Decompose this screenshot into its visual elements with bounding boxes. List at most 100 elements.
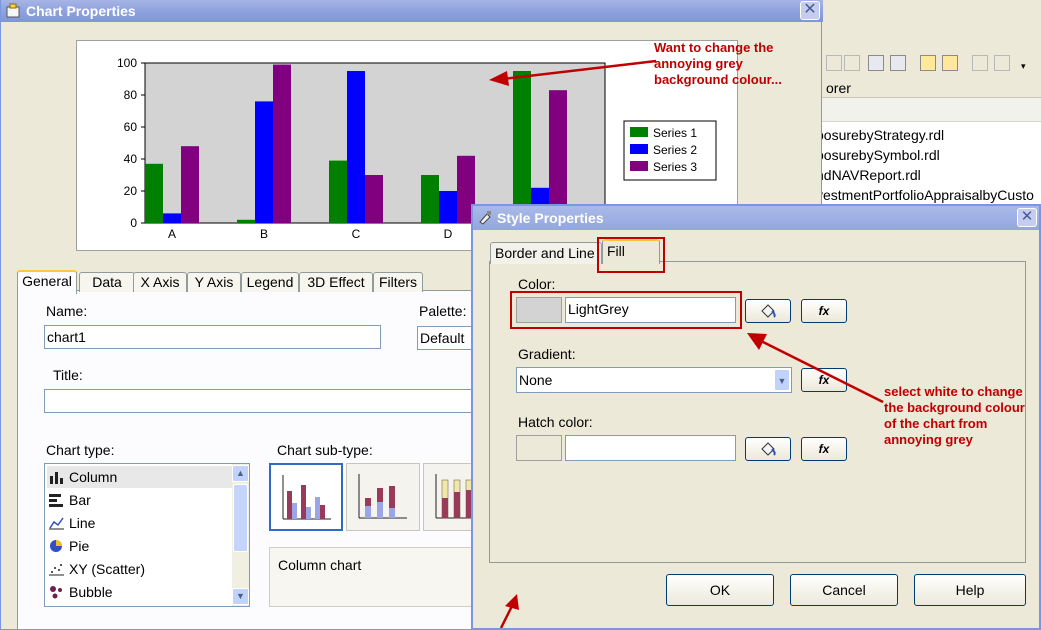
- bar-chart-icon: [49, 494, 63, 507]
- annotation-line: Want to change the: [654, 40, 774, 55]
- ok-button[interactable]: OK: [666, 574, 774, 606]
- annotation-line: annoying grey: [654, 56, 743, 71]
- chart-type-label-text: Column: [69, 469, 118, 485]
- tab-fill[interactable]: Fill: [602, 239, 660, 264]
- annotation-arrow-right: [747, 333, 884, 404]
- pie-chart-icon: [50, 540, 62, 552]
- hatch-color-input[interactable]: [565, 435, 736, 461]
- y-tick-label: 20: [124, 184, 138, 198]
- chart-type-line[interactable]: Line: [47, 512, 233, 534]
- tab-data[interactable]: Data: [79, 272, 135, 292]
- chart-bar: [273, 64, 291, 223]
- chart-bar: [145, 163, 163, 223]
- chart-bar: [347, 71, 365, 223]
- annotation-arrow-bottom: [499, 594, 519, 628]
- gradient-label: Gradient:: [518, 346, 576, 362]
- scroll-thumb[interactable]: [233, 484, 248, 552]
- hatch-expression-button[interactable]: fx: [801, 437, 847, 461]
- line-chart-icon: [49, 517, 64, 530]
- chart-bar: [181, 146, 199, 223]
- chart-type-list[interactable]: Column Bar Line Pie XY (Scatter) Bubble …: [44, 463, 250, 607]
- close-button[interactable]: ✕: [800, 1, 820, 20]
- window-title: Chart Properties: [26, 3, 136, 19]
- subtype-clustered-column[interactable]: [269, 463, 343, 531]
- chart-bar: [163, 213, 181, 223]
- legend-label: Series 3: [653, 160, 697, 174]
- bubble-chart-icon: [50, 586, 62, 599]
- hatch-color-swatch[interactable]: [516, 435, 562, 461]
- list-item[interactable]: ndNAVReport.rdl: [816, 167, 921, 183]
- toolbar-dim-icon: [844, 55, 860, 71]
- toolbar-overflow-icon[interactable]: ▾: [1020, 55, 1030, 71]
- chart-type-bubble[interactable]: Bubble: [47, 581, 233, 603]
- annotation-line: background colour...: [654, 72, 782, 87]
- tab-general[interactable]: General: [17, 270, 77, 294]
- tab-legend[interactable]: Legend: [241, 272, 299, 292]
- legend-swatch: [630, 144, 648, 154]
- legend-label: Series 1: [653, 126, 697, 140]
- gradient-value: None: [519, 372, 553, 388]
- subtype-100-stacked-column[interactable]: [423, 463, 478, 531]
- tab-x-axis[interactable]: X Axis: [133, 272, 187, 292]
- explorer-subheader: [822, 98, 1041, 122]
- chart-description: Column chart: [269, 547, 479, 607]
- tab-border-and-line[interactable]: Border and Line: [490, 242, 602, 264]
- x-tick-label: A: [168, 227, 176, 241]
- x-tick-label: C: [352, 227, 361, 241]
- bring-front-icon[interactable]: [920, 55, 936, 71]
- chart-type-label-text: Bubble: [69, 584, 113, 600]
- chart-bar: [439, 191, 457, 223]
- chart-type-column[interactable]: Column: [47, 466, 233, 488]
- explorer-toolbar: ▾: [822, 50, 1041, 78]
- tab-filters[interactable]: Filters: [373, 272, 423, 292]
- cancel-button[interactable]: Cancel: [790, 574, 898, 606]
- subtype-stacked-column[interactable]: [346, 463, 420, 531]
- chart-type-label-text: Pie: [69, 538, 90, 554]
- chart-bar: [237, 219, 255, 223]
- y-tick-label: 100: [117, 56, 137, 70]
- annotation-arrow-top: [489, 59, 657, 86]
- chart-type-bar[interactable]: Bar: [47, 489, 233, 511]
- palette-label: Palette:: [419, 303, 467, 319]
- style-properties-dialog: Style Properties ✕ Border and Line Fill …: [471, 204, 1041, 630]
- chart-type-scatter[interactable]: XY (Scatter): [47, 558, 233, 580]
- help-button[interactable]: Help: [914, 574, 1026, 606]
- hatch-color-label: Hatch color:: [518, 414, 593, 430]
- color-picker-button[interactable]: [745, 299, 791, 323]
- chart-type-pie[interactable]: Pie: [47, 535, 233, 557]
- title-bar: Chart Properties ✕: [1, 0, 823, 22]
- dialog-close-button[interactable]: ✕: [1017, 208, 1037, 227]
- legend-swatch: [630, 161, 648, 171]
- clustered-column-icon: [282, 475, 331, 520]
- x-tick-label: B: [260, 227, 268, 241]
- list-item[interactable]: posurebySymbol.rdl: [816, 147, 940, 163]
- scroll-up-button[interactable]: ▲: [232, 465, 249, 482]
- distribute-icon[interactable]: [994, 55, 1010, 71]
- list-item[interactable]: posurebyStrategy.rdl: [816, 127, 944, 143]
- send-back-icon[interactable]: [942, 55, 958, 71]
- scroll-down-button[interactable]: ▼: [232, 588, 249, 605]
- list-item[interactable]: vestmentPortfolioAppraisalbyCusto: [816, 187, 1034, 203]
- color-expression-button[interactable]: fx: [801, 299, 847, 323]
- collapse-icon[interactable]: [890, 55, 906, 71]
- chart-type-scrollbar[interactable]: ▲ ▼: [232, 464, 249, 606]
- annotation-top: Want to change the annoying grey backgro…: [654, 40, 782, 88]
- tab-y-axis[interactable]: Y Axis: [187, 272, 241, 292]
- palette-select[interactable]: Default: [417, 326, 477, 350]
- hatch-color-picker-button[interactable]: [745, 437, 791, 461]
- expand-icon[interactable]: [868, 55, 884, 71]
- legend-label: Series 2: [653, 143, 697, 157]
- explorer-header: orer: [822, 78, 1041, 98]
- toolbar-dim-icon: [826, 55, 842, 71]
- tab-3d-effect[interactable]: 3D Effect: [299, 272, 373, 292]
- legend-swatch: [630, 127, 648, 137]
- chart-subtype-label: Chart sub-type:: [277, 442, 373, 458]
- align-icon[interactable]: [972, 55, 988, 71]
- name-input[interactable]: chart1: [44, 325, 381, 349]
- color-highlight: [510, 291, 742, 329]
- chart-type-label-text: Line: [69, 515, 96, 531]
- chart-type-label-text: XY (Scatter): [69, 561, 145, 577]
- title-input[interactable]: [44, 389, 477, 413]
- column-chart-icon: [50, 472, 63, 484]
- stacked-column-icon: [358, 474, 407, 519]
